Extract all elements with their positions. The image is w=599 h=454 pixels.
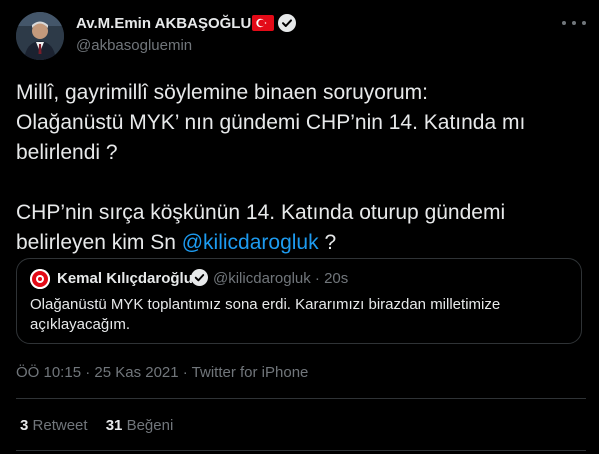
tweet-text: Millî, gayrimillî söylemine binaen soruy… bbox=[16, 78, 586, 258]
tweet-card: Av.M.Emin AKBAŞOĞLU @akbasogluemin Millî… bbox=[0, 0, 599, 454]
author-name[interactable]: Av.M.Emin AKBAŞOĞLU bbox=[76, 15, 251, 32]
like-label: Beğeni bbox=[126, 417, 174, 434]
tweet-line-3-end: ? bbox=[318, 231, 337, 254]
quoted-tweet-text: Olağanüstü MYK toplantımız sona erdi. Ka… bbox=[30, 296, 501, 333]
verified-badge-icon bbox=[278, 14, 296, 32]
tweet-stats: 3 Retweet 31 Beğeni bbox=[20, 417, 187, 434]
quoted-author-avatar[interactable] bbox=[30, 269, 50, 289]
retweet-label: Retweet bbox=[32, 417, 88, 434]
like-stat[interactable]: 31 Beğeni bbox=[106, 417, 174, 434]
turkey-flag-icon bbox=[252, 15, 274, 31]
more-options-icon[interactable] bbox=[562, 14, 586, 32]
quoted-tweet[interactable]: Kemal Kılıçdaroğlu @kilicdarogluk · 20s … bbox=[16, 258, 582, 344]
quoted-author-handle-time[interactable]: @kilicdarogluk · 20s bbox=[213, 270, 348, 287]
divider bbox=[16, 398, 586, 399]
like-count: 31 bbox=[105, 417, 123, 434]
retweet-stat[interactable]: 3 Retweet bbox=[20, 417, 88, 434]
tweet-timestamp[interactable]: ÖÖ 10:15 · 25 Kas 2021 · Twitter for iPh… bbox=[16, 364, 308, 381]
mention-link[interactable]: @kilicdarogluk bbox=[182, 231, 319, 254]
author-avatar[interactable] bbox=[16, 12, 64, 60]
author-handle[interactable]: @akbasogluemin bbox=[76, 37, 192, 54]
retweet-count: 3 bbox=[20, 417, 29, 434]
tweet-line-1: Millî, gayrimillî söylemine binaen soruy… bbox=[16, 81, 428, 104]
tweet-line-3: CHP’nin sırça köşkünün 14. Katında oturu… bbox=[16, 198, 586, 258]
quoted-verified-badge-icon bbox=[191, 269, 208, 286]
divider bbox=[16, 450, 586, 451]
quoted-author-name[interactable]: Kemal Kılıçdaroğlu bbox=[57, 270, 193, 287]
tweet-line-2: Olağanüstü MYK’ nın gündemi CHP’nin 14. … bbox=[16, 111, 526, 164]
